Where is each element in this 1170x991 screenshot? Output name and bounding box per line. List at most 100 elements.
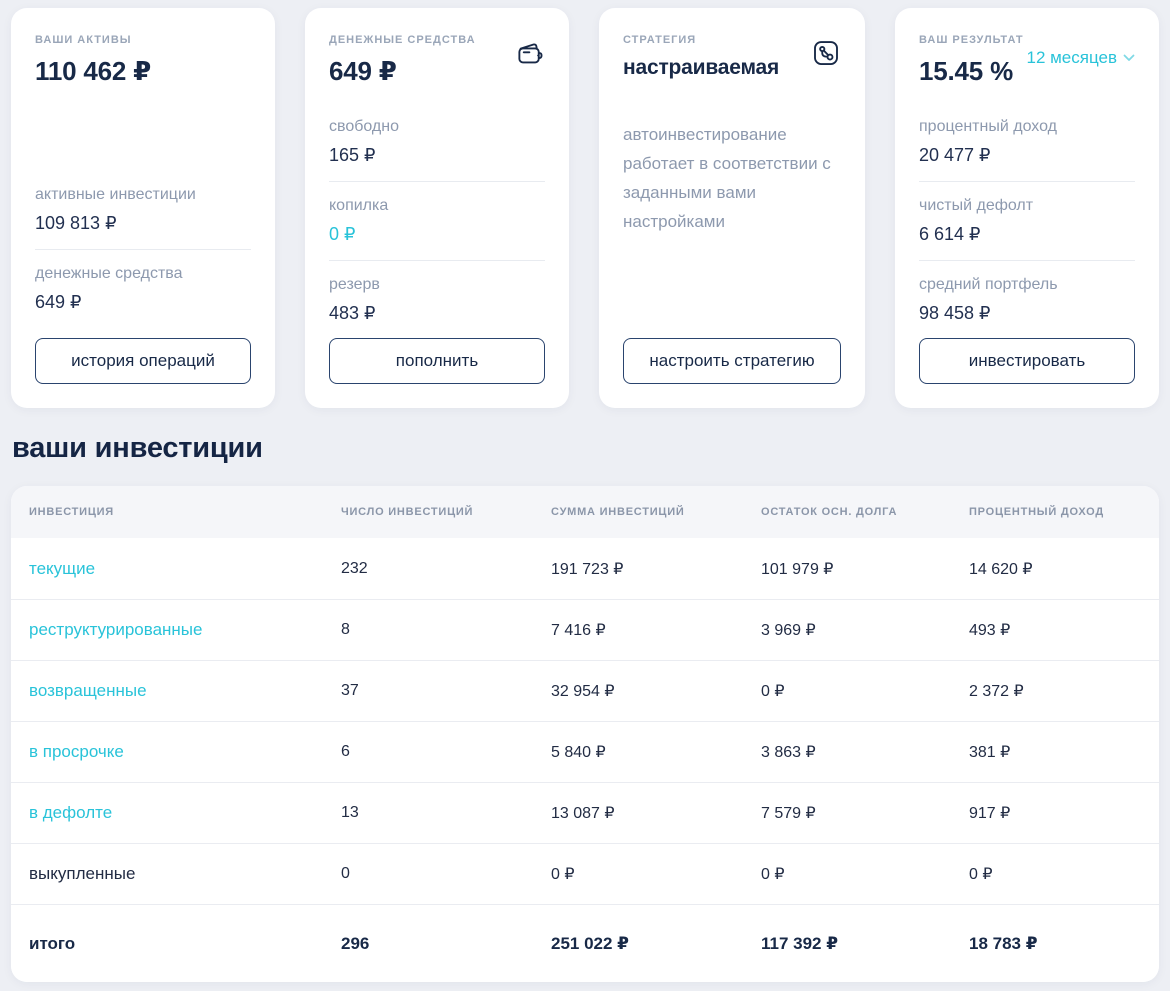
stat-value: 6 614 ₽ (919, 224, 981, 244)
dashboard-page: ВАШИ АКТИВЫ 110 462 ₽ активные инвестици… (0, 0, 1170, 982)
net-default-stat: чистый дефолт 6 614 ₽ (919, 197, 1135, 245)
total-label: итого (29, 933, 76, 953)
average-portfolio-stat: средний портфель 98 458 ₽ (919, 276, 1135, 324)
investment-count: 6 (341, 743, 350, 760)
summary-cards: ВАШИ АКТИВЫ 110 462 ₽ активные инвестици… (11, 8, 1159, 408)
category-link-default[interactable]: в дефолте (29, 803, 341, 823)
divider (919, 181, 1135, 182)
result-percent-value: 15.45 % (919, 56, 1014, 86)
stat-value: 0 ₽ (329, 224, 356, 244)
period-dropdown[interactable]: 12 месяцев (1026, 48, 1135, 68)
divider (329, 181, 545, 182)
stat-label: чистый дефолт (919, 197, 1034, 214)
investments-table: ИНВЕСТИЦИЯ ЧИСЛО ИНВЕСТИЦИЙ СУММА ИНВЕСТ… (11, 486, 1159, 982)
assets-card-title: ВАШИ АКТИВЫ (35, 34, 132, 46)
strategy-description: автоинвестирование работает в соответств… (623, 125, 831, 231)
strategy-name: настраиваемая (623, 56, 780, 79)
interest-income: 381 ₽ (969, 744, 1011, 761)
stat-label: резерв (329, 276, 380, 293)
column-header-investment: ИНВЕСТИЦИЯ (29, 506, 114, 518)
interest-income: 493 ₽ (969, 622, 1011, 639)
column-header-principal: ОСТАТОК ОСН. ДОЛГА (761, 506, 898, 518)
principal-remaining: 3 863 ₽ (761, 744, 816, 761)
interest-income: 2 372 ₽ (969, 683, 1024, 700)
table-row: возвращенные 37 32 954 ₽ 0 ₽ 2 372 ₽ (11, 660, 1159, 721)
category-link-restructured[interactable]: реструктурированные (29, 620, 341, 640)
investment-sum: 191 723 ₽ (551, 560, 624, 578)
investment-count: 13 (341, 804, 359, 821)
active-investments-stat: активные инвестиции 109 813 ₽ (35, 186, 251, 234)
total-principal: 117 392 ₽ (761, 933, 839, 953)
interest-income-stat: процентный доход 20 477 ₽ (919, 118, 1135, 166)
investment-sum: 32 954 ₽ (551, 683, 615, 700)
assets-card: ВАШИ АКТИВЫ 110 462 ₽ активные инвестици… (11, 8, 275, 408)
category-link-returned[interactable]: возвращенные (29, 681, 341, 701)
result-card: ВАШ РЕЗУЛЬТАТ 15.45 % 12 месяцев процент… (895, 8, 1159, 408)
investment-count: 37 (341, 682, 359, 699)
investments-section-title: ваши инвестиции (12, 432, 263, 464)
stat-value: 98 458 ₽ (919, 303, 991, 323)
column-header-count: ЧИСЛО ИНВЕСТИЦИЙ (341, 506, 474, 518)
cash-card-title: ДЕНЕЖНЫЕ СРЕДСТВА (329, 34, 476, 46)
interest-income: 14 620 ₽ (969, 560, 1033, 578)
principal-remaining: 3 969 ₽ (761, 622, 816, 639)
column-header-sum: СУММА ИНВЕСТИЦИЙ (551, 506, 685, 518)
interest-income: 0 ₽ (969, 866, 993, 883)
table-total-row: итого 296 251 022 ₽ 117 392 ₽ 18 783 ₽ (11, 904, 1159, 982)
principal-remaining: 7 579 ₽ (761, 805, 816, 822)
stat-value: 483 ₽ (329, 303, 376, 323)
strategy-card-title: СТРАТЕГИЯ (623, 34, 697, 46)
stat-label: копилка (329, 197, 389, 214)
table-row: реструктурированные 8 7 416 ₽ 3 969 ₽ 49… (11, 599, 1159, 660)
operations-history-button[interactable]: история операций (35, 338, 251, 384)
stat-label: процентный доход (919, 118, 1057, 135)
result-card-title: ВАШ РЕЗУЛЬТАТ (919, 34, 1024, 46)
stat-value: 20 477 ₽ (919, 145, 991, 165)
stat-label: средний портфель (919, 276, 1058, 293)
piggy-bank-stat: копилка 0 ₽ (329, 197, 545, 245)
table-header-row: ИНВЕСТИЦИЯ ЧИСЛО ИНВЕСТИЦИЙ СУММА ИНВЕСТ… (11, 486, 1159, 538)
strategy-card: СТРАТЕГИЯ настраиваемая автоинвестирован… (599, 8, 865, 408)
investment-sum: 5 840 ₽ (551, 744, 606, 761)
total-sum: 251 022 ₽ (551, 933, 630, 953)
investment-sum: 0 ₽ (551, 866, 575, 883)
strategy-icon (811, 38, 841, 68)
stat-value: 165 ₽ (329, 145, 376, 165)
investment-sum: 13 087 ₽ (551, 805, 615, 822)
column-header-income: ПРОЦЕНТНЫЙ ДОХОД (969, 506, 1104, 518)
investment-sum: 7 416 ₽ (551, 622, 606, 639)
top-up-button[interactable]: пополнить (329, 338, 545, 384)
cash-total-value: 649 ₽ (329, 56, 397, 86)
stat-label: денежные средства (35, 265, 183, 282)
chevron-down-icon (1123, 54, 1135, 62)
divider (919, 260, 1135, 261)
investment-count: 232 (341, 559, 368, 577)
assets-total-value: 110 462 ₽ (35, 56, 152, 86)
table-row: в дефолте 13 13 087 ₽ 7 579 ₽ 917 ₽ (11, 782, 1159, 843)
stat-label: свободно (329, 118, 399, 135)
category-bought-back: выкупленные (29, 864, 136, 883)
principal-remaining: 101 979 ₽ (761, 560, 834, 578)
reserve-stat: резерв 483 ₽ (329, 276, 545, 324)
table-row: в просрочке 6 5 840 ₽ 3 863 ₽ 381 ₽ (11, 721, 1159, 782)
configure-strategy-button[interactable]: настроить стратегию (623, 338, 841, 384)
invest-button[interactable]: инвестировать (919, 338, 1135, 384)
cash-stat: денежные средства 649 ₽ (35, 265, 251, 313)
wallet-icon (515, 38, 545, 68)
stat-value: 649 ₽ (35, 292, 82, 312)
principal-remaining: 0 ₽ (761, 866, 785, 883)
principal-remaining: 0 ₽ (761, 683, 785, 700)
table-row: текущие 232 191 723 ₽ 101 979 ₽ 14 620 ₽ (11, 538, 1159, 599)
divider (35, 249, 251, 250)
stat-label: активные инвестиции (35, 186, 196, 203)
table-row: выкупленные 0 0 ₽ 0 ₽ 0 ₽ (11, 843, 1159, 904)
stat-value: 109 813 ₽ (35, 213, 117, 233)
category-link-overdue[interactable]: в просрочке (29, 742, 341, 762)
period-label: 12 месяцев (1026, 48, 1117, 67)
investment-count: 0 (341, 865, 350, 882)
investment-count: 8 (341, 621, 350, 638)
free-cash-stat: свободно 165 ₽ (329, 118, 545, 166)
total-count: 296 (341, 933, 370, 953)
total-income: 18 783 ₽ (969, 933, 1038, 953)
category-link-current[interactable]: текущие (29, 559, 341, 579)
